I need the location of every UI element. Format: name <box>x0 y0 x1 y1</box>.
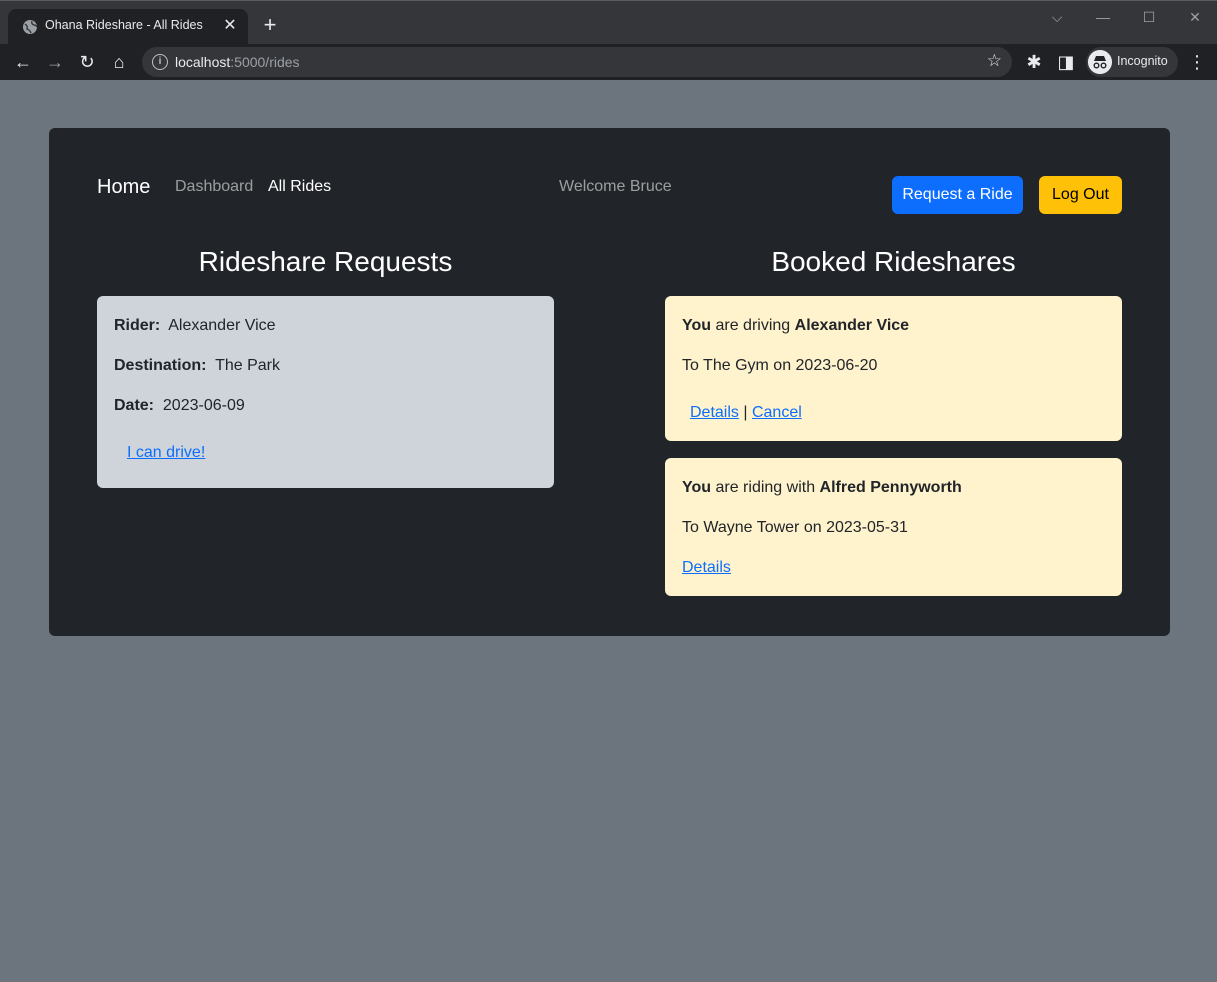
extensions-icon[interactable]: ✱ <box>1021 49 1047 75</box>
booked-trip: To Wayne Tower on 2023-05-31 <box>682 519 908 536</box>
destination-value: The Park <box>215 357 280 374</box>
browser-tab-bar: Ohana Rideshare - All Rides ✕ + ⌵ — ☐ ✕ <box>0 0 1217 45</box>
booked-trip: To The Gym on 2023-06-20 <box>682 357 878 374</box>
booked-partner: Alexander Vice <box>794 317 910 334</box>
side-panel-icon[interactable]: ◨ <box>1053 49 1079 75</box>
request-card: Rider: Alexander Vice Destination: The P… <box>97 296 554 488</box>
welcome-text: Welcome Bruce <box>559 178 672 195</box>
tab-search-icon[interactable]: ⌵ <box>1045 7 1069 27</box>
destination-line: Destination: The Park <box>114 357 280 375</box>
booked-subject: You <box>682 317 712 334</box>
back-icon[interactable]: ← <box>10 49 36 75</box>
booked-card: You are riding with Alfred Pennyworth To… <box>665 458 1122 596</box>
logout-button[interactable]: Log Out <box>1039 176 1122 214</box>
tab-close-icon[interactable]: ✕ <box>220 16 240 36</box>
i-can-drive-link[interactable]: I can drive! <box>127 444 205 461</box>
url-path: :5000/rides <box>230 54 300 70</box>
tab-title: Ohana Rideshare - All Rides <box>45 18 203 32</box>
date-value: 2023-06-09 <box>162 397 245 414</box>
menu-dots-icon[interactable]: ⋮ <box>1184 49 1210 75</box>
site-info-icon[interactable]: i <box>152 54 168 70</box>
booked-rideshares-title: Booked Rideshares <box>771 246 1016 277</box>
nav-link-dashboard[interactable]: Dashboard <box>175 178 253 196</box>
details-link[interactable]: Details <box>682 559 731 576</box>
booked-verb: are driving <box>715 317 791 334</box>
booked-card: You are driving Alexander Vice To The Gy… <box>665 296 1122 441</box>
url-text[interactable]: localhost:5000/rides <box>175 54 300 70</box>
destination-label: Destination: <box>114 357 207 374</box>
incognito-profile-button[interactable]: Incognito <box>1086 47 1178 77</box>
cancel-link[interactable]: Cancel <box>752 404 802 421</box>
reload-icon[interactable]: ↻ <box>74 49 100 75</box>
rider-label: Rider: <box>114 317 161 334</box>
home-icon[interactable]: ⌂ <box>106 49 132 75</box>
window-close-icon[interactable]: ✕ <box>1183 7 1207 27</box>
browser-tab[interactable]: Ohana Rideshare - All Rides ✕ <box>8 9 248 45</box>
booked-partner: Alfred Pennyworth <box>819 479 962 496</box>
booked-actions: Details <box>682 559 731 577</box>
main-panel: Home Dashboard All Rides Welcome Bruce R… <box>49 128 1170 636</box>
date-label: Date: <box>114 397 155 414</box>
maximize-icon[interactable]: ☐ <box>1137 7 1161 27</box>
new-tab-icon[interactable]: + <box>258 13 282 37</box>
incognito-icon <box>1088 50 1112 74</box>
date-line: Date: 2023-06-09 <box>114 397 245 415</box>
rider-value: Alexander Vice <box>168 317 276 334</box>
minimize-icon[interactable]: — <box>1091 7 1115 27</box>
booked-summary: You are driving Alexander Vice <box>682 317 909 335</box>
booked-verb: are riding with <box>715 479 816 496</box>
address-bar[interactable]: i localhost:5000/rides ☆ <box>142 47 1012 77</box>
details-link[interactable]: Details <box>690 404 739 421</box>
booked-subject: You <box>682 479 712 496</box>
bookmark-star-icon[interactable]: ☆ <box>987 51 1002 71</box>
url-host: localhost <box>175 54 231 70</box>
browser-toolbar: ← → ↻ ⌂ i localhost:5000/rides ☆ ✱ ◨ Inc… <box>0 44 1217 80</box>
forward-icon[interactable]: → <box>42 49 68 75</box>
link-separator: | <box>743 404 748 421</box>
nav-brand-home[interactable]: Home <box>97 176 150 199</box>
nav-link-all-rides[interactable]: All Rides <box>268 178 331 196</box>
request-actions: I can drive! <box>127 444 205 462</box>
rider-line: Rider: Alexander Vice <box>114 317 276 335</box>
booked-actions: Details | Cancel <box>690 404 802 422</box>
booked-summary: You are riding with Alfred Pennyworth <box>682 479 962 497</box>
request-ride-button[interactable]: Request a Ride <box>892 176 1023 214</box>
profile-label: Incognito <box>1117 54 1168 68</box>
globe-icon <box>23 20 38 34</box>
rideshare-requests-title: Rideshare Requests <box>198 246 453 277</box>
